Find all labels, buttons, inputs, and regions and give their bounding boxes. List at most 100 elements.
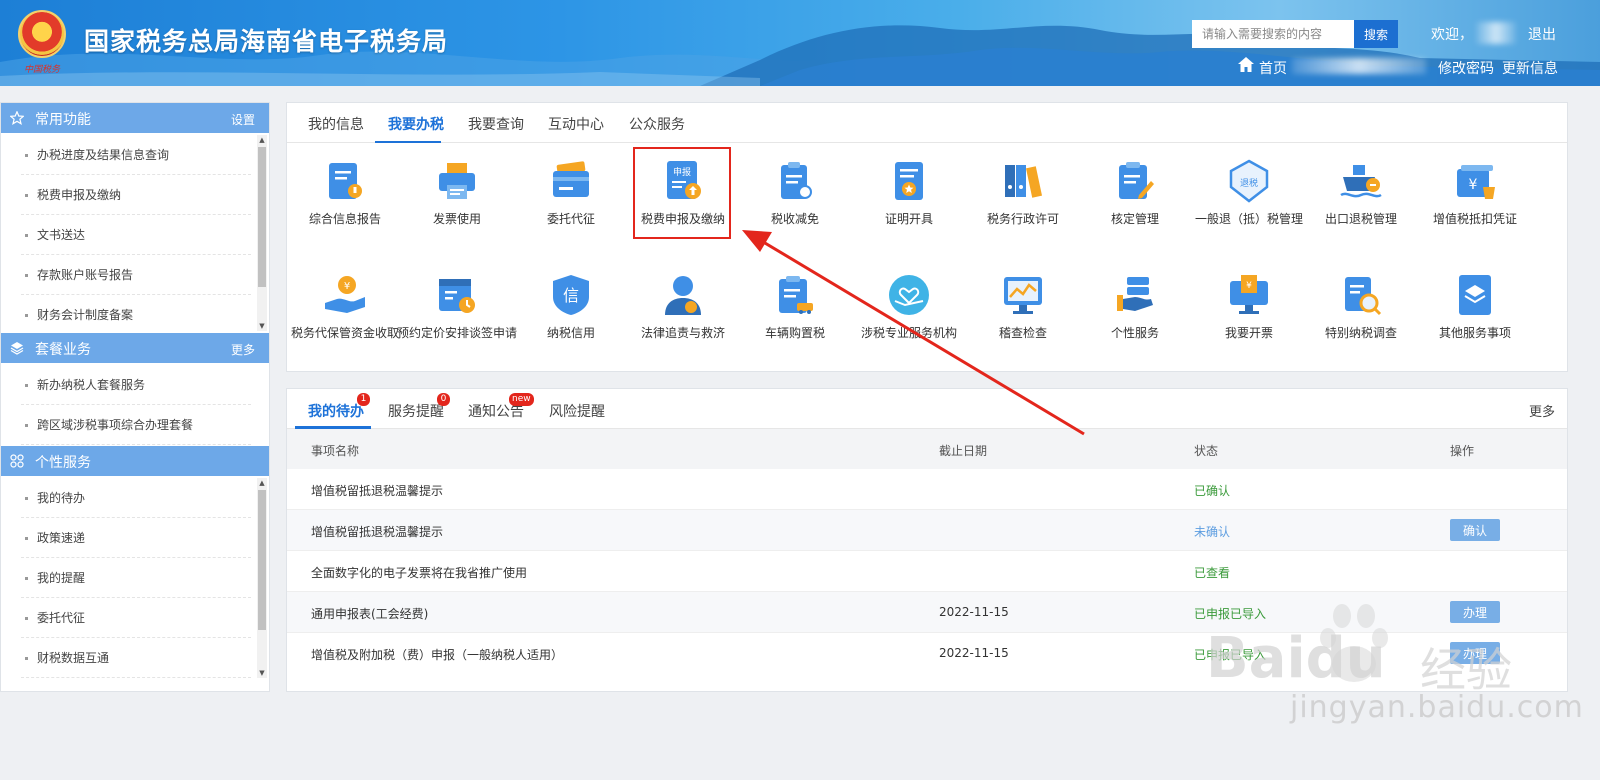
row-deadline: 2022-11-15	[939, 646, 1009, 660]
svg-text:¥: ¥	[1469, 177, 1478, 193]
ship-icon	[1340, 165, 1382, 198]
table-row[interactable]: 增值税留抵退税温馨提示 已确认	[287, 469, 1567, 510]
scroll-up-arrow[interactable]: ▲	[257, 478, 267, 488]
edit-document-icon	[1119, 162, 1154, 199]
change-password-link[interactable]: 修改密码	[1438, 58, 1494, 78]
scroll-down-arrow[interactable]: ▼	[257, 321, 267, 331]
todo-more-link[interactable]: 更多	[1529, 401, 1555, 420]
yen-receipt-icon: ¥	[1457, 165, 1495, 199]
blurred-username	[1476, 22, 1516, 44]
tax-emblem-logo	[18, 10, 66, 58]
service-special-investigation[interactable]: 特别纳税调查	[1301, 273, 1421, 373]
sidebar-section-common: 常用功能 设置	[1, 103, 269, 133]
site-title: 国家税务总局海南省电子税务局	[84, 27, 449, 56]
scroll-thumb[interactable]	[258, 490, 266, 630]
service-tax-credit[interactable]: 信 纳税信用	[511, 273, 631, 373]
sidebar-section-personal: 个性服务	[1, 446, 269, 476]
sidebar-item-policy-express[interactable]: 政策速递	[21, 518, 251, 558]
scroll-up-arrow[interactable]: ▲	[257, 135, 267, 145]
sidebar-item-cross-region-package[interactable]: 跨区域涉税事项综合办理套餐	[21, 405, 251, 445]
service-admin-license[interactable]: 税务行政许可	[963, 159, 1083, 259]
sidebar-item-deposit-account[interactable]: 存款账户账号报告	[21, 255, 251, 295]
service-general-refund[interactable]: 退税 一般退（抵）税管理	[1189, 159, 1309, 259]
table-row[interactable]: 全面数字化的电子发票将在我省推广使用 已查看	[287, 551, 1567, 592]
watermark-url: jingyan.baidu.com	[1290, 690, 1584, 725]
sidebar-item-my-reminders[interactable]: 我的提醒	[21, 558, 251, 598]
tab-service-reminder[interactable]: 服务提醒	[388, 401, 444, 421]
service-panel: 我的信息 我要办税 我要查询 互动中心 公众服务 综合信息报告 发票使用 委托代…	[286, 102, 1568, 372]
emblem-caption: 中国税务	[23, 65, 60, 75]
sidebar-item-tax-declare[interactable]: 税费申报及缴纳	[21, 175, 251, 215]
service-tabs: 我的信息 我要办税 我要查询 互动中心 公众服务	[287, 103, 1567, 143]
clipboard-icon	[781, 162, 812, 199]
credit-badge-text: 信	[563, 286, 579, 305]
sidebar-item-entrusted-collection[interactable]: 委托代征	[21, 598, 251, 638]
service-inspection[interactable]: 稽查检查	[963, 273, 1083, 373]
sidebar-section-title: 套餐业务	[35, 342, 91, 358]
sidebar-section-title: 个性服务	[35, 455, 91, 471]
todo-tabs: 我的待办 1 服务提醒 0 通知公告 new 风险提醒 更多	[287, 389, 1567, 429]
service-vat-deduction[interactable]: ¥ 增值税抵扣凭证	[1415, 159, 1535, 259]
report-icon	[329, 163, 362, 199]
tab-my-todo[interactable]: 我的待办	[308, 401, 364, 421]
tab-risk-reminder[interactable]: 风险提醒	[549, 401, 605, 421]
sidebar-more-link[interactable]: 更多	[231, 341, 255, 358]
table-row[interactable]: 增值税留抵退税温馨提示 未确认 确认	[287, 510, 1567, 551]
col-name: 事项名称	[311, 444, 360, 458]
sidebar-section-title: 常用功能	[35, 112, 91, 128]
service-issue-invoice[interactable]: ¥ 我要开票	[1189, 273, 1309, 373]
search-button[interactable]: 搜索	[1354, 20, 1398, 48]
service-advance-pricing[interactable]: 预约定价安排谈签申请	[397, 273, 517, 373]
logout-link[interactable]: 退出	[1528, 24, 1556, 44]
sidebar-settings-link[interactable]: 设置	[231, 111, 255, 128]
service-personal[interactable]: 个性服务	[1075, 273, 1195, 373]
col-status: 状态	[1194, 444, 1219, 458]
search-input[interactable]	[1192, 20, 1354, 48]
row-deadline: 2022-11-15	[939, 605, 1009, 619]
sidebar-section-package: 套餐业务 更多	[1, 333, 269, 363]
sidebar-item-accounting-filing[interactable]: 财务会计制度备案	[21, 295, 251, 335]
sidebar-item-tax-data-exchange[interactable]: 财税数据互通	[21, 638, 251, 678]
tab-public-service[interactable]: 公众服务	[629, 114, 685, 134]
sidebar-scrollbar[interactable]: ▲ ▼	[257, 478, 267, 678]
service-tax-reduction[interactable]: 税收减免	[735, 159, 855, 259]
service-entrusted-collection[interactable]: 委托代征	[511, 159, 631, 259]
sidebar-item-document-delivery[interactable]: 文书送达	[21, 215, 251, 255]
blurred-company-name	[1292, 58, 1426, 74]
sidebar: 常用功能 设置 办税进度及结果信息查询 税费申报及缴纳 文书送达 存款账户账号报…	[0, 102, 270, 692]
site-header: 中国税务 国家税务总局海南省电子税务局 搜索 欢迎， 退出 首页 修改密码 更新…	[0, 0, 1600, 86]
service-invoice-use[interactable]: 发票使用	[397, 159, 517, 259]
update-info-link[interactable]: 更新信息	[1502, 58, 1558, 78]
confirm-button[interactable]: 确认	[1450, 519, 1500, 541]
scroll-thumb[interactable]	[258, 147, 266, 287]
sidebar-item-new-taxpayer-package[interactable]: 新办纳税人套餐服务	[21, 365, 251, 405]
service-vehicle-tax[interactable]: 车辆购置税	[735, 273, 855, 373]
tab-query[interactable]: 我要查询	[468, 114, 524, 134]
home-icon	[1238, 57, 1254, 72]
service-certificate[interactable]: 证明开具	[849, 159, 969, 259]
service-info-report[interactable]: 综合信息报告	[285, 159, 405, 259]
vehicle-doc-icon	[779, 276, 813, 314]
service-other[interactable]: 其他服务事项	[1415, 273, 1535, 373]
col-action: 操作	[1450, 444, 1475, 458]
service-legal-remedy[interactable]: 法律追责与救济	[623, 273, 743, 373]
sidebar-item-my-todo[interactable]: 我的待办	[21, 478, 251, 518]
tab-tax-handling[interactable]: 我要办税	[388, 114, 444, 134]
service-custody-funds[interactable]: ¥ 税务代保管资金收取	[285, 273, 405, 373]
welcome-text: 欢迎，	[1431, 27, 1473, 43]
binders-icon	[1005, 165, 1043, 198]
scroll-down-arrow[interactable]: ▼	[257, 668, 267, 678]
sidebar-scrollbar[interactable]: ▲ ▼	[257, 135, 267, 331]
service-export-refund[interactable]: 出口退税管理	[1301, 159, 1421, 259]
calendar-clock-icon	[439, 279, 475, 313]
row-status: 已查看	[1194, 566, 1231, 580]
tab-my-info[interactable]: 我的信息	[308, 114, 364, 134]
service-professional-agency[interactable]: 涉税专业服务机构	[849, 273, 969, 373]
star-icon	[10, 111, 24, 125]
tab-interaction[interactable]: 互动中心	[548, 114, 604, 134]
service-verification[interactable]: 核定管理	[1075, 159, 1195, 259]
home-link[interactable]: 首页	[1259, 58, 1287, 78]
sidebar-item-progress-query[interactable]: 办税进度及结果信息查询	[21, 135, 251, 175]
layers-doc-icon	[1459, 275, 1491, 315]
row-name: 全面数字化的电子发票将在我省推广使用	[311, 566, 528, 580]
